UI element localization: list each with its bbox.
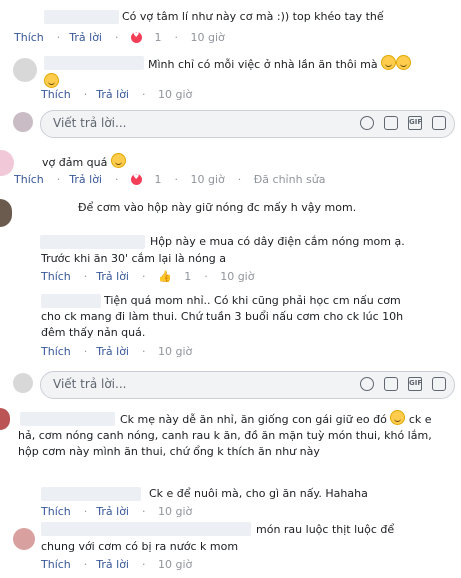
comment-text: Để cơm vào hộp này giữ nóng đc mấy h vậy… — [78, 201, 357, 214]
reaction-count[interactable]: 1 — [184, 270, 191, 283]
comment-time[interactable]: 10 giờ — [158, 505, 192, 518]
thumbs-up-reaction-icon[interactable]: 👍 — [158, 270, 172, 283]
like-button[interactable]: Thích — [41, 345, 71, 358]
comment-text: Có vợ tâm lí như này cơ mà :)) top khéo … — [122, 10, 384, 23]
reaction-count[interactable]: 1 — [155, 31, 162, 44]
emoji-icon[interactable] — [360, 377, 374, 391]
avatar — [13, 112, 33, 132]
gif-icon[interactable]: GIF — [408, 377, 422, 391]
comment-text: Ck e để nuôi mà, cho gì ăn nấy. Hahaha — [149, 487, 368, 500]
comment-text: Hộp này e mua có dây điện cắm nóng mom ạ… — [150, 235, 405, 248]
grinning-face-icon — [110, 153, 126, 168]
comment-actions: Thích · Trả lời · 10 giờ — [41, 505, 193, 518]
emoji-icon[interactable] — [360, 116, 374, 130]
reply-button[interactable]: Trả lời — [96, 505, 129, 518]
commenter-name[interactable] — [40, 235, 145, 249]
comment-actions: Thích·Trả lời· 1· 10 giờ· Đã chỉnh sửa — [14, 173, 335, 186]
comment-time[interactable]: 10 giờ — [158, 88, 192, 101]
comment-actions: Thích · Trả lời · 👍 1 · 10 giờ — [41, 270, 255, 283]
comment-text-cont: chung với cơm có bị ra nước k mom — [41, 540, 239, 553]
avatar — [13, 373, 33, 393]
reply-input[interactable]: Viết trả lời... GIF — [40, 371, 455, 399]
reply-button[interactable]: Trả lời — [69, 173, 102, 186]
commenter-name[interactable] — [41, 487, 141, 501]
comment-text: Mình chỉ có mỗi việc ở nhà lần ăn thôi m… — [148, 55, 412, 73]
comment-time[interactable]: 10 giờ — [191, 173, 225, 186]
avatar[interactable] — [13, 528, 35, 550]
sticker-icon[interactable] — [432, 377, 446, 391]
heart-reaction-icon[interactable] — [131, 173, 142, 185]
comment-actions: Thích · Trả lời · 10 giờ — [41, 88, 193, 101]
commenter-name[interactable] — [44, 56, 144, 70]
grinning-face-icon — [396, 55, 412, 70]
heart-reaction-icon[interactable] — [131, 31, 142, 43]
comment-time[interactable]: 10 giờ — [220, 270, 254, 283]
like-button[interactable]: Thích — [14, 31, 44, 44]
grinning-face-icon — [381, 55, 397, 70]
comment-text-cont: Trước khi ăn 30' cắm lại là nóng a — [41, 252, 227, 265]
reply-input[interactable]: Viết trả lời... GIF — [40, 110, 455, 138]
like-button[interactable]: Thích — [41, 558, 71, 571]
like-button[interactable]: Thích — [41, 505, 71, 518]
reaction-count[interactable]: 1 — [155, 173, 162, 186]
reply-button[interactable]: Trả lời — [69, 31, 102, 44]
commenter-name[interactable] — [44, 10, 119, 24]
comment-text: món rau luộc thịt luộc để — [256, 523, 395, 536]
like-button[interactable]: Thích — [14, 173, 44, 186]
comment-actions: Thích·Trả lời· 1· 10 giờ — [14, 31, 234, 44]
reply-button[interactable]: Trả lời — [96, 88, 129, 101]
reply-button[interactable]: Trả lời — [96, 345, 129, 358]
edited-label[interactable]: Đã chỉnh sửa — [254, 173, 326, 186]
commenter-name[interactable] — [41, 522, 251, 536]
avatar[interactable] — [0, 408, 10, 430]
reply-button[interactable]: Trả lời — [96, 270, 129, 283]
comment-time[interactable]: 10 giờ — [158, 558, 192, 571]
sticker-icon[interactable] — [432, 116, 446, 130]
gif-icon[interactable]: GIF — [408, 116, 422, 130]
avatar[interactable] — [0, 199, 12, 227]
grinning-face-icon — [390, 410, 406, 425]
camera-icon[interactable] — [384, 377, 398, 391]
avatar[interactable] — [0, 150, 14, 176]
comment-text: Ck mẹ này dễ ăn nhỉ, ăn giống con gái gi… — [18, 410, 450, 460]
comment-actions: Thích · Trả lời · 10 giờ — [41, 558, 193, 571]
like-button[interactable]: Thích — [41, 88, 71, 101]
comment-actions: Thích · Trả lời · 10 giờ — [41, 345, 193, 358]
comment-time[interactable]: 10 giờ — [191, 31, 225, 44]
camera-icon[interactable] — [384, 116, 398, 130]
avatar[interactable] — [13, 58, 37, 82]
comment-text: Tiện quá mom nhỉ.. Có khi cũng phải học … — [41, 294, 404, 339]
comment-text: vợ đảm quá — [42, 153, 126, 171]
reply-button[interactable]: Trả lời — [96, 558, 129, 571]
like-button[interactable]: Thích — [41, 270, 71, 283]
comment-time[interactable]: 10 giờ — [158, 345, 192, 358]
